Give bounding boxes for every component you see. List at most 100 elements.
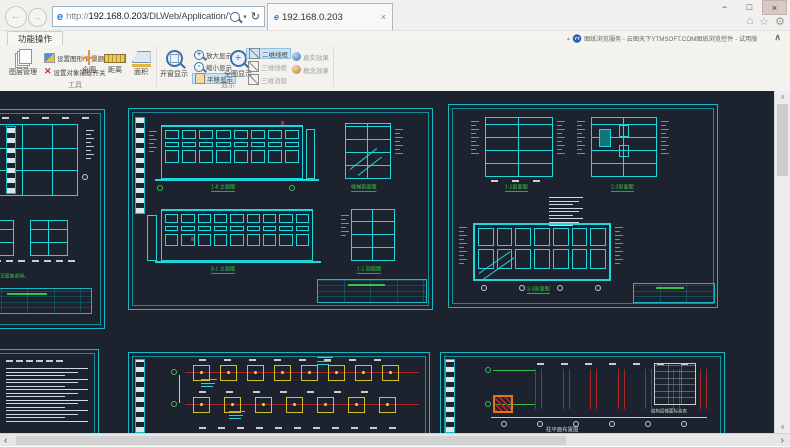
decor-cell xyxy=(198,226,211,231)
decor-cell xyxy=(199,427,206,429)
axis-bubble xyxy=(157,185,163,191)
decor-cell xyxy=(459,231,464,232)
decor-cell xyxy=(279,214,292,223)
scroll-down-icon[interactable]: ∨ xyxy=(775,423,790,431)
sheet-notes xyxy=(0,349,99,433)
dim-stack xyxy=(557,121,565,154)
decor-cell xyxy=(557,153,565,154)
refresh-icon[interactable]: ↻ xyxy=(251,10,260,23)
layer-manager-button[interactable]: 图层管理 xyxy=(5,49,41,77)
snap-x-icon: ✕ xyxy=(44,66,52,77)
table-title: 结构层楼面标高表 xyxy=(651,408,687,414)
decor-cell xyxy=(6,417,65,418)
style-2d-wireframe-label: 二维线框 xyxy=(262,49,288,59)
decor-cell xyxy=(42,117,49,119)
title-block xyxy=(633,283,715,303)
search-icon[interactable] xyxy=(230,12,240,22)
annotation-cluster xyxy=(317,357,333,368)
decor-cell xyxy=(557,141,562,142)
decor-cell xyxy=(549,197,583,198)
decor-cell xyxy=(478,228,494,246)
measure-distance-button[interactable]: 距离 xyxy=(102,50,128,75)
decor-cell xyxy=(700,369,707,409)
decor-cell xyxy=(661,125,666,126)
conceptual-sphere-icon xyxy=(292,65,301,74)
horizontal-scroll-thumb[interactable] xyxy=(16,436,566,445)
pan-arrows-icon xyxy=(82,50,97,65)
ribbon-tab-function[interactable]: 功能操作 xyxy=(7,31,63,46)
decor-cell xyxy=(341,227,346,228)
decor-cell xyxy=(263,226,276,231)
back-button[interactable]: ← xyxy=(5,6,27,28)
decor-cell xyxy=(301,365,318,381)
decor-cell xyxy=(6,382,78,383)
cad-canvas[interactable]: 大样做法详见图集说明。 1-8 立面图 楼梯剖面图 8-1 立面图 xyxy=(0,91,775,433)
horizontal-scrollbar[interactable]: ‹ › xyxy=(0,433,790,447)
style-realistic-button[interactable]: 真实效果 xyxy=(290,51,331,62)
wireframe-3d-icon xyxy=(248,61,259,72)
decor-cell xyxy=(181,214,194,223)
address-bar[interactable]: e http://192.168.0.203/DLWeb/Application… xyxy=(52,6,265,27)
browser-tab[interactable]: e 192.168.0.203 × xyxy=(267,3,393,30)
decor-cell xyxy=(56,260,63,262)
autocomplete-caret-icon[interactable]: ▾ xyxy=(243,13,247,21)
style-3d-wireframe-button[interactable]: 三维线框 xyxy=(246,61,289,72)
settings-gear-icon[interactable]: ⚙ xyxy=(775,15,785,28)
style-2d-wireframe-button[interactable]: 二维线框 xyxy=(246,48,291,59)
decor-cell xyxy=(341,219,346,220)
style-3d-hidden-label: 三维消隐 xyxy=(261,75,287,85)
decor-cell xyxy=(247,234,260,246)
style-conceptual-button[interactable]: 概念效果 xyxy=(290,64,331,75)
vertical-scrollbar[interactable]: ∧ ∨ xyxy=(774,91,790,433)
minimize-button[interactable]: − xyxy=(712,0,737,15)
decor-cell xyxy=(572,228,588,246)
decor-cell xyxy=(26,360,33,362)
scroll-up-icon[interactable]: ∧ xyxy=(775,93,790,101)
decor-cell xyxy=(256,427,263,429)
decor-cell xyxy=(6,400,88,401)
decor-cell xyxy=(149,151,154,152)
maximize-button[interactable]: □ xyxy=(737,0,762,15)
detail-drawing xyxy=(30,220,68,256)
decor-cell xyxy=(214,226,227,231)
decor-cell xyxy=(334,391,341,393)
drawing-label: 1-1 剖面图 xyxy=(357,267,381,274)
collapse-ribbon-icon[interactable]: ∧ xyxy=(774,32,781,43)
drawing-label: 1-8 立面图 xyxy=(211,185,235,192)
decor-cell xyxy=(459,227,467,228)
home-icon[interactable]: ⌂ xyxy=(747,15,754,28)
decor-cell xyxy=(296,226,309,231)
tab-close-icon[interactable]: × xyxy=(381,12,386,22)
measure-area-button[interactable]: 面积 xyxy=(128,50,154,77)
measure-area-label: 面积 xyxy=(134,69,148,77)
decor-cell xyxy=(198,234,211,246)
decor-cell xyxy=(615,255,620,256)
dim-stack xyxy=(149,131,157,152)
vertical-scroll-thumb[interactable] xyxy=(777,104,788,176)
zoom-extents-icon: ✛ xyxy=(230,50,247,67)
decor-cell xyxy=(615,247,620,248)
decor-cell xyxy=(229,411,245,412)
full-extent-button[interactable]: 全图 xyxy=(76,50,102,75)
decor-cell xyxy=(633,363,640,365)
decor-cell xyxy=(214,214,227,223)
decor-cell xyxy=(255,397,272,413)
axis-bubble xyxy=(537,421,543,427)
close-button[interactable]: × xyxy=(762,0,787,15)
decor-cell xyxy=(6,389,88,390)
decor-cell xyxy=(557,145,565,146)
zoom-window-button[interactable]: 开窗显示 xyxy=(158,49,190,79)
decor-cell xyxy=(234,130,248,139)
decor-cell xyxy=(349,359,356,361)
forward-button[interactable]: → xyxy=(28,8,47,27)
decor-cell xyxy=(22,117,29,119)
favorites-icon[interactable]: ☆ xyxy=(759,15,769,28)
decor-cell xyxy=(661,141,666,142)
hatch-strip xyxy=(135,359,145,433)
decor-cell xyxy=(395,145,403,146)
drawing-label: 2-2剖面图 xyxy=(611,185,634,192)
decor-cell xyxy=(549,211,579,212)
hatch-strip xyxy=(135,117,145,214)
decor-cell xyxy=(299,359,306,361)
dim-ticks xyxy=(32,260,75,262)
